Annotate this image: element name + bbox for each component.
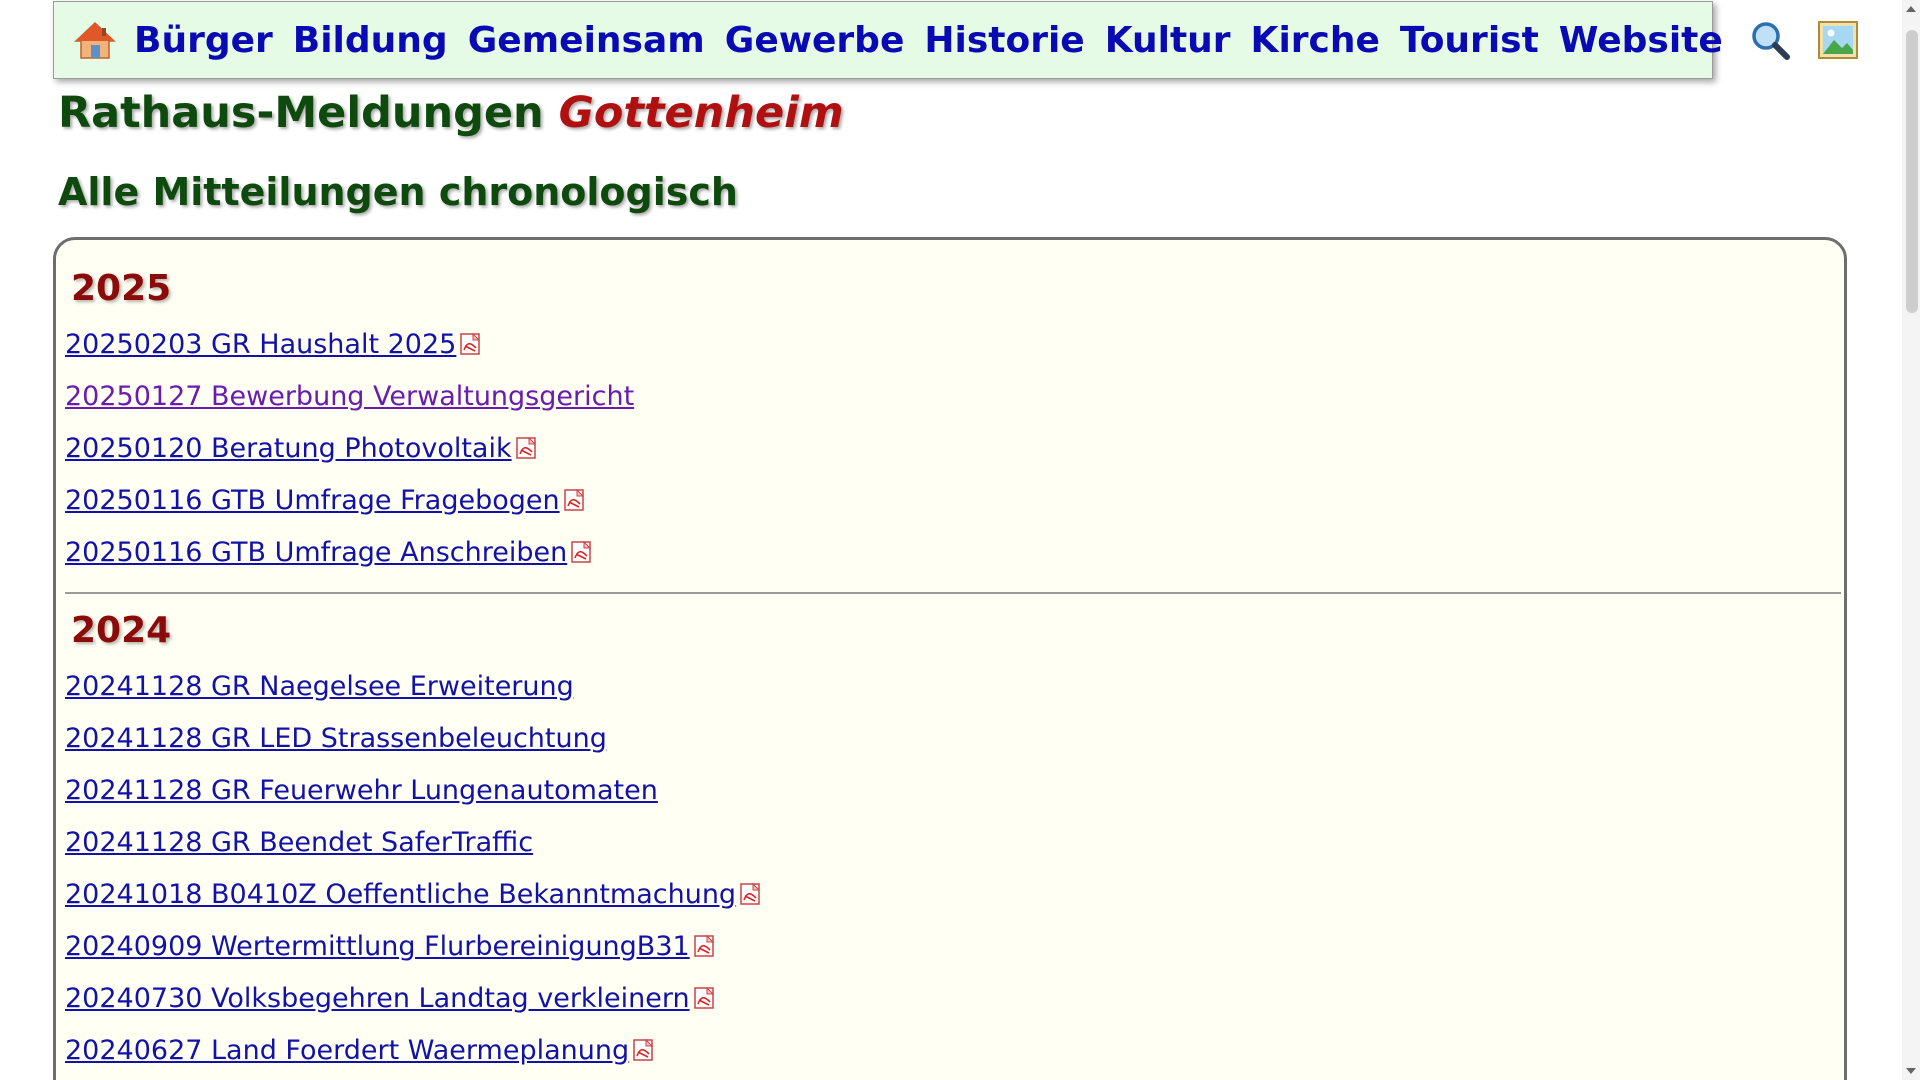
list-item: 20250116 GTB Umfrage Fragebogen [65, 474, 1844, 526]
list-item: 20250127 Bewerbung Verwaltungsgericht [65, 370, 1844, 422]
page-title-text: Rathaus-Meldungen [58, 88, 544, 138]
year-group: 2024 20241128 GR Naegelsee Erweiterung 202… [65, 610, 1844, 1076]
pdf-icon[interactable] [514, 436, 540, 460]
announcement-link[interactable]: 20250203 GR Haushalt 2025 [65, 329, 456, 360]
scroll-thumb[interactable] [1906, 30, 1918, 313]
pdf-icon[interactable] [569, 540, 595, 564]
nav-link-kirche[interactable]: Kirche [1251, 20, 1380, 61]
announcement-link[interactable]: 20241128 GR Naegelsee Erweiterung [65, 671, 574, 702]
home-icon[interactable] [74, 18, 116, 62]
announcement-link[interactable]: 20250116 GTB Umfrage Fragebogen [65, 485, 560, 516]
list-item: 20241128 GR Beendet SaferTraffic [65, 816, 1844, 868]
nav-link-gewerbe[interactable]: Gewerbe [725, 20, 905, 61]
announcement-link[interactable]: 20240627 Land Foerdert Waermeplanung [65, 1035, 629, 1066]
announcement-link[interactable]: 20250120 Beratung Photovoltaik [65, 433, 512, 464]
year-group: 2025 20250203 GR Haushalt 2025 20250127 Be… [65, 268, 1844, 578]
nav-link-kultur[interactable]: Kultur [1105, 20, 1231, 61]
section-title: Alle Mitteilungen chronologisch [58, 170, 738, 214]
list-item: 20250203 GR Haushalt 2025 [65, 318, 1844, 370]
announcement-link[interactable]: 20241128 GR LED Strassenbeleuchtung [65, 723, 607, 754]
announcement-link[interactable]: 20241128 GR Feuerwehr Lungenautomaten [65, 775, 658, 806]
scroll-down-arrow-icon[interactable] [1906, 1068, 1916, 1074]
year-heading: 2025 [71, 268, 172, 309]
pdf-icon[interactable] [692, 934, 718, 958]
nav-link-gemeinsam[interactable]: Gemeinsam [468, 20, 705, 61]
list-item: 20240909 Wertermittlung FlurbereinigungB… [65, 920, 1844, 972]
announcement-link[interactable]: 20241018 B0410Z Oeffentliche Bekanntmach… [65, 879, 736, 910]
magnifier-icon[interactable] [1749, 18, 1791, 62]
list-item: 20240730 Volksbegehren Landtag verkleine… [65, 972, 1844, 1024]
nav-link-historie[interactable]: Historie [924, 20, 1084, 61]
vertical-scrollbar[interactable] [1902, 0, 1920, 1080]
pdf-icon[interactable] [692, 986, 718, 1010]
announcement-link[interactable]: 20241128 GR Beendet SaferTraffic [65, 827, 533, 858]
top-navigation: Bürger Bildung Gemeinsam Gewerbe Histori… [53, 1, 1858, 79]
list-item: 20241128 GR Feuerwehr Lungenautomaten [65, 764, 1844, 816]
pdf-icon[interactable] [631, 1038, 657, 1062]
list-item: 20241128 GR Naegelsee Erweiterung [65, 660, 1844, 712]
page: Bürger Bildung Gemeinsam Gewerbe Histori… [0, 0, 1920, 1080]
announcement-link[interactable]: 20250127 Bewerbung Verwaltungsgericht [65, 381, 634, 412]
list-item: 20240627 Land Foerdert Waermeplanung [65, 1024, 1844, 1076]
announcements-list: 2025 20250203 GR Haushalt 2025 20250127 Be… [53, 237, 1847, 1080]
picture-icon[interactable] [1817, 18, 1859, 62]
scroll-up-arrow-icon[interactable] [1906, 6, 1916, 12]
list-item: 20250116 GTB Umfrage Anschreiben [65, 526, 1844, 578]
year-divider [65, 592, 1841, 594]
announcement-link[interactable]: 20240730 Volksbegehren Landtag verkleine… [65, 983, 690, 1014]
page-title: Rathaus-Meldungen Gottenheim [58, 88, 844, 138]
nav-link-buerger[interactable]: Bürger [134, 20, 273, 61]
nav-link-website[interactable]: Website [1559, 20, 1723, 61]
nav-link-bildung[interactable]: Bildung [293, 20, 448, 61]
announcement-link[interactable]: 20250116 GTB Umfrage Anschreiben [65, 537, 567, 568]
year-heading: 2024 [71, 610, 172, 651]
list-item: 20250120 Beratung Photovoltaik [65, 422, 1844, 474]
pdf-icon[interactable] [458, 332, 484, 356]
town-name: Gottenheim [558, 88, 844, 138]
pdf-icon[interactable] [562, 488, 588, 512]
pdf-icon[interactable] [738, 882, 764, 906]
list-item: 20241018 B0410Z Oeffentliche Bekanntmach… [65, 868, 1844, 920]
announcement-link[interactable]: 20240909 Wertermittlung FlurbereinigungB… [65, 931, 690, 962]
years-container: 2025 20250203 GR Haushalt 2025 20250127 Be… [65, 268, 1844, 1076]
nav-link-tourist[interactable]: Tourist [1400, 20, 1539, 61]
list-item: 20241128 GR LED Strassenbeleuchtung [65, 712, 1844, 764]
